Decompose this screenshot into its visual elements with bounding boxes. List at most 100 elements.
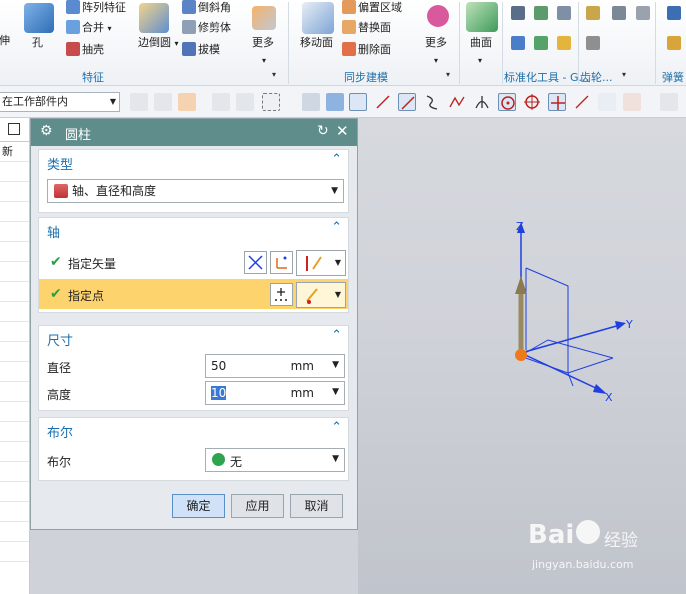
list-item[interactable] bbox=[0, 542, 29, 562]
more-features-caret[interactable]: ▾ bbox=[262, 54, 266, 68]
specify-vector-row[interactable]: ✔ 指定矢量 ▼ bbox=[39, 247, 348, 277]
list-item[interactable] bbox=[0, 502, 29, 522]
edge-blend-button[interactable]: 边倒圆 ▾ bbox=[138, 36, 179, 51]
snap-midpoint-icon[interactable] bbox=[374, 93, 392, 111]
curve-rule-icon[interactable] bbox=[212, 93, 230, 111]
std-tool-icon[interactable] bbox=[511, 6, 525, 20]
spring-alt-icon[interactable] bbox=[636, 6, 650, 20]
shell-button[interactable]: 抽壳 bbox=[66, 42, 104, 57]
list-item[interactable] bbox=[0, 442, 29, 462]
chevron-down-icon[interactable]: ▼ bbox=[332, 387, 339, 397]
select-feature-icon[interactable] bbox=[154, 93, 172, 111]
list-item[interactable] bbox=[0, 482, 29, 502]
snap-grid-icon[interactable] bbox=[623, 93, 641, 111]
pattern-feature-button[interactable]: 阵列特征 bbox=[66, 0, 126, 15]
list-item[interactable] bbox=[0, 282, 29, 302]
hole-button[interactable]: 孔 bbox=[32, 36, 43, 50]
list-item[interactable] bbox=[0, 402, 29, 422]
unite-button[interactable]: 合并 ▾ bbox=[66, 20, 112, 36]
dialog-title-bar[interactable]: ⚙ 圆柱 ↻ ✕ bbox=[31, 119, 357, 146]
draft-button[interactable]: 拔模 bbox=[182, 42, 220, 57]
list-item[interactable] bbox=[0, 202, 29, 222]
cancel-button[interactable]: 取消 bbox=[290, 494, 343, 518]
delete-face-button[interactable]: 删除面 bbox=[342, 42, 391, 57]
maximize-icon[interactable] bbox=[8, 123, 20, 135]
list-item[interactable] bbox=[0, 302, 29, 322]
snap-control-icon[interactable] bbox=[448, 93, 466, 111]
spring-tool-icon[interactable] bbox=[612, 6, 626, 20]
replace-face-button[interactable]: 替换面 bbox=[342, 20, 391, 35]
dimensions-section-header[interactable]: 尺寸 ⌃ bbox=[39, 326, 348, 349]
list-item[interactable] bbox=[0, 422, 29, 442]
trim-body-button[interactable]: 修剪体 bbox=[182, 20, 231, 35]
std-part-icon[interactable] bbox=[511, 36, 525, 50]
surface-caret[interactable]: ▾ bbox=[478, 54, 482, 68]
snap-endpoint-icon[interactable] bbox=[349, 93, 367, 111]
std-library-icon[interactable] bbox=[557, 36, 571, 50]
more-sync-caret[interactable]: ▾ bbox=[434, 54, 438, 68]
type-section-header[interactable]: 类型 ⌃ bbox=[39, 150, 348, 173]
snap-existing-point-icon[interactable] bbox=[548, 93, 566, 111]
chevron-up-icon[interactable]: ⌃ bbox=[331, 220, 342, 235]
list-item[interactable] bbox=[0, 462, 29, 482]
close-icon[interactable]: ✕ bbox=[336, 122, 349, 140]
snap-point-icon[interactable] bbox=[178, 93, 196, 111]
inferred-point-select[interactable]: ▼ bbox=[296, 282, 346, 308]
filter-icon[interactable] bbox=[130, 93, 148, 111]
snap-bounded-icon[interactable] bbox=[660, 93, 678, 111]
group-sync-expand[interactable]: ▾ bbox=[446, 70, 450, 79]
select-body-icon[interactable] bbox=[236, 93, 254, 111]
list-item[interactable] bbox=[0, 522, 29, 542]
point-dialog-button[interactable] bbox=[270, 283, 293, 306]
chamfer-button[interactable]: 倒斜角 bbox=[182, 0, 231, 15]
type-select[interactable]: 轴、直径和高度 ▼ bbox=[47, 179, 344, 203]
gear-icon[interactable]: ⚙ bbox=[40, 123, 53, 139]
reverse-direction-button[interactable] bbox=[244, 251, 267, 274]
vector-arrow-icon[interactable] bbox=[515, 276, 527, 294]
group-feature-expand[interactable]: ▾ bbox=[272, 70, 276, 79]
diameter-field[interactable]: 50 mm ▼ bbox=[205, 354, 345, 378]
spring-list-icon[interactable] bbox=[667, 6, 681, 20]
more-features-button[interactable]: 更多 bbox=[252, 36, 274, 50]
chevron-up-icon[interactable]: ⌃ bbox=[331, 328, 342, 343]
extrude-button[interactable]: 伸 bbox=[0, 34, 10, 48]
snap-line-icon[interactable] bbox=[398, 93, 416, 111]
std-layers-icon[interactable] bbox=[534, 6, 548, 20]
snap-quadrant-icon[interactable] bbox=[523, 93, 541, 111]
ok-button[interactable]: 确定 bbox=[172, 494, 225, 518]
snap-intersection-icon[interactable] bbox=[473, 93, 491, 111]
list-item[interactable] bbox=[0, 362, 29, 382]
snap-curve-icon[interactable] bbox=[423, 93, 441, 111]
rectangle-select-icon[interactable] bbox=[262, 93, 280, 111]
chevron-down-icon[interactable]: ▼ bbox=[332, 360, 339, 370]
axis-section-header[interactable]: 轴 ⌃ bbox=[39, 218, 348, 241]
surface-button[interactable]: 曲面 bbox=[470, 36, 492, 50]
chevron-up-icon[interactable]: ⌃ bbox=[331, 152, 342, 167]
more-sync-button[interactable]: 更多 bbox=[425, 36, 447, 50]
boolean-select[interactable]: 无 ▼ bbox=[205, 448, 345, 472]
view-cube-icon[interactable] bbox=[326, 93, 344, 111]
boolean-section-header[interactable]: 布尔 ⌃ bbox=[39, 418, 348, 441]
snap-on-surface-icon[interactable] bbox=[598, 93, 616, 111]
list-item[interactable] bbox=[0, 322, 29, 342]
shaded-icon[interactable] bbox=[302, 93, 320, 111]
spring-coil-icon[interactable] bbox=[667, 36, 681, 50]
std-table-icon[interactable] bbox=[557, 6, 571, 20]
list-item[interactable] bbox=[0, 182, 29, 202]
group-gear-expand[interactable]: ▾ bbox=[622, 70, 626, 79]
list-item[interactable] bbox=[0, 382, 29, 402]
snap-center-icon[interactable] bbox=[498, 93, 516, 111]
std-wizard-icon[interactable] bbox=[534, 36, 548, 50]
list-item[interactable] bbox=[0, 222, 29, 242]
chevron-up-icon[interactable]: ⌃ bbox=[331, 420, 342, 435]
gear-tool-icon[interactable] bbox=[586, 6, 600, 20]
origin-point-handle[interactable] bbox=[515, 349, 527, 361]
selection-scope-select[interactable]: 在工作部件内 ▼ bbox=[0, 92, 120, 112]
height-field[interactable]: 10 mm ▼ bbox=[205, 381, 345, 405]
list-item[interactable] bbox=[0, 262, 29, 282]
list-item[interactable] bbox=[0, 342, 29, 362]
vector-dialog-button[interactable] bbox=[270, 251, 293, 274]
inferred-vector-select[interactable]: ▼ bbox=[296, 250, 346, 276]
apply-button[interactable]: 应用 bbox=[231, 494, 284, 518]
snap-on-curve-icon[interactable] bbox=[573, 93, 591, 111]
